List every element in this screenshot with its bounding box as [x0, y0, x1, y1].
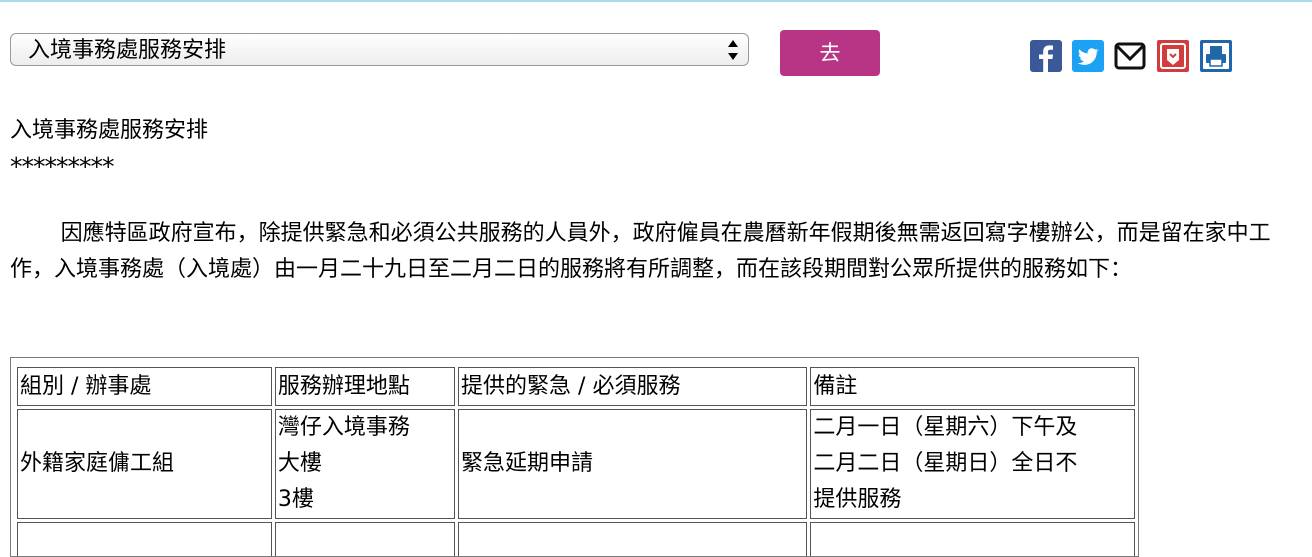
- email-icon[interactable]: [1114, 40, 1146, 72]
- toolbar: 入境事務處服務安排 去: [0, 0, 1312, 90]
- cell-service: 緊急延期申請: [458, 409, 808, 519]
- location-line: 灣仔入境事務: [277, 415, 410, 440]
- page-title: 入境事務處服務安排: [10, 118, 209, 143]
- table-row: [17, 522, 1135, 556]
- header-unit: 組別 / 辦事處: [17, 367, 272, 406]
- intro-paragraph: 因應特區政府宣布，除提供緊急和必須公共服務的人員外，政府僱員在農曆新年假期後無需…: [10, 221, 1271, 282]
- cell-empty: [17, 522, 272, 556]
- table-row: 外籍家庭傭工組 灣仔入境事務 大樓 3樓 緊急延期申請 二月一日（星期六）下午及…: [17, 409, 1135, 519]
- cell-empty: [458, 522, 808, 556]
- divider-stars: *********: [10, 152, 114, 181]
- cell-location: 灣仔入境事務 大樓 3樓: [274, 409, 456, 519]
- services-table: 組別 / 辦事處 服務辦理地點 提供的緊急 / 必須服務 備註 外籍家庭傭工組 …: [10, 357, 1139, 557]
- go-button[interactable]: 去: [780, 30, 880, 76]
- cell-empty: [810, 522, 1135, 556]
- remark-line: 提供服務: [813, 487, 902, 512]
- facebook-icon[interactable]: [1030, 40, 1062, 72]
- save-icon[interactable]: [1157, 40, 1189, 72]
- location-line: 3樓: [277, 487, 314, 512]
- page-select-dropdown[interactable]: 入境事務處服務安排: [10, 33, 749, 66]
- twitter-icon[interactable]: [1072, 40, 1104, 72]
- cell-remarks: 二月一日（星期六）下午及 二月二日（星期日）全日不 提供服務: [810, 409, 1135, 519]
- table-header-row: 組別 / 辦事處 服務辦理地點 提供的緊急 / 必須服務 備註: [17, 367, 1135, 406]
- cell-unit: 外籍家庭傭工組: [17, 409, 272, 519]
- remark-line: 二月一日（星期六）下午及: [813, 415, 1078, 440]
- services-table-grid: 組別 / 辦事處 服務辦理地點 提供的緊急 / 必須服務 備註 外籍家庭傭工組 …: [14, 364, 1138, 556]
- updown-arrows-icon: [726, 37, 740, 63]
- cell-empty: [274, 522, 456, 556]
- dropdown-selected-value: 入境事務處服務安排: [28, 38, 227, 63]
- header-service: 提供的緊急 / 必須服務: [458, 367, 808, 406]
- header-remarks: 備註: [810, 367, 1135, 406]
- location-line: 大樓: [277, 451, 322, 476]
- print-icon[interactable]: [1200, 40, 1232, 72]
- remark-line: 二月二日（星期日）全日不: [813, 451, 1078, 476]
- header-location: 服務辦理地點: [274, 367, 456, 406]
